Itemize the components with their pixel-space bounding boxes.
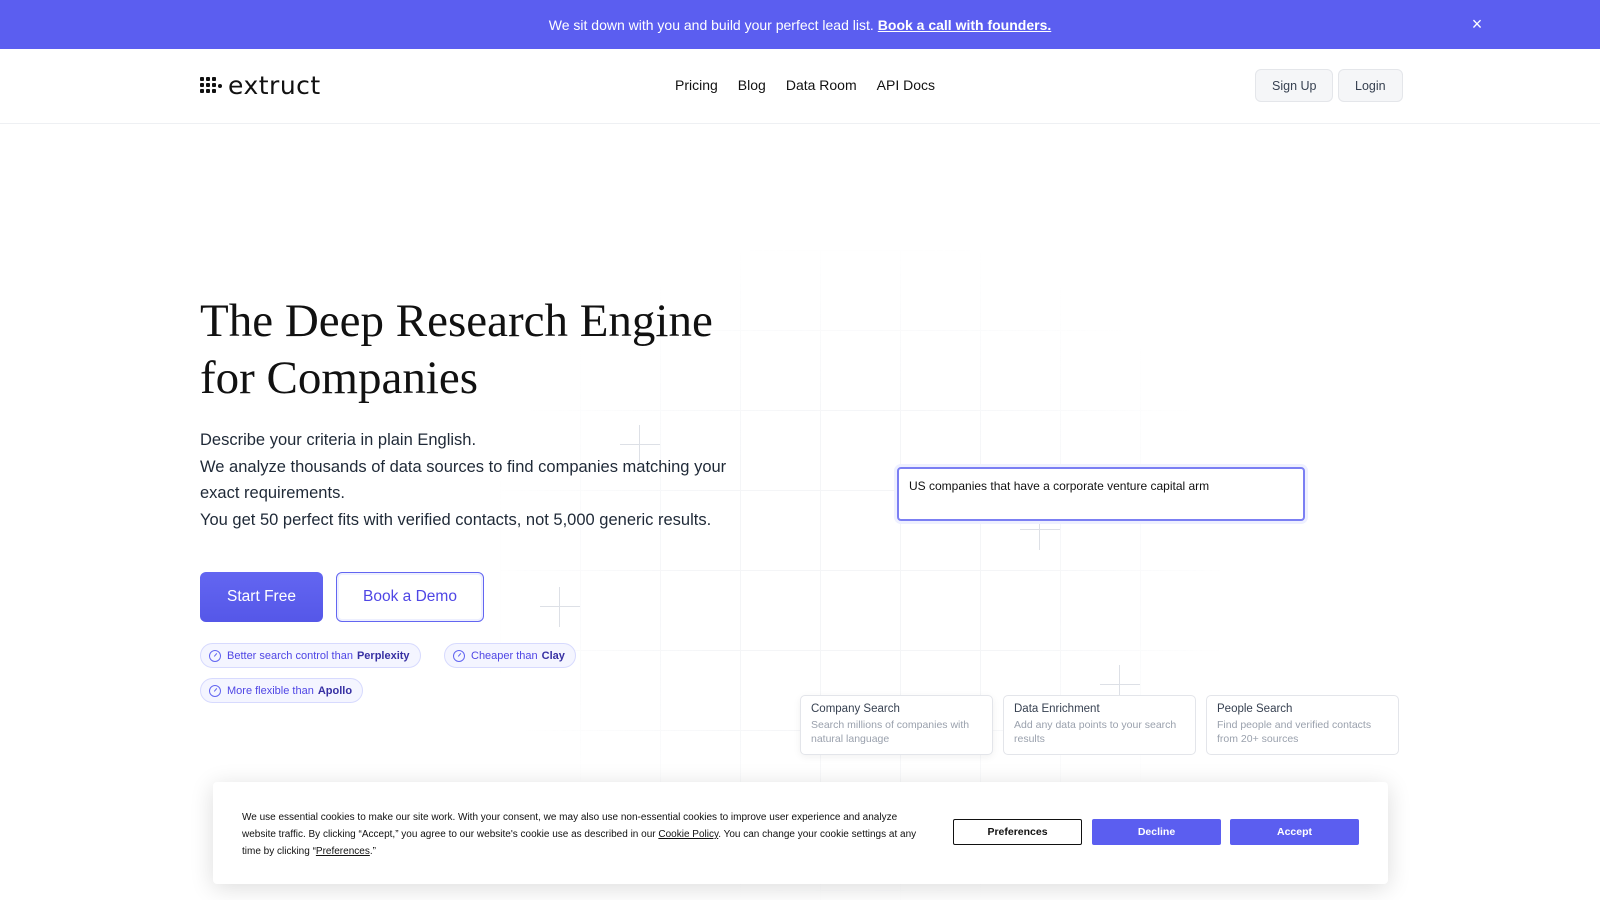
cookie-accept-button[interactable]: Accept: [1230, 819, 1359, 845]
comparison-chip-clay: Cheaper than Clay: [444, 643, 576, 668]
announcement-bar: We sit down with you and build your perf…: [0, 0, 1600, 49]
cookie-text: We use essential cookies to make our sit…: [242, 809, 922, 860]
cookie-decline-button[interactable]: Decline: [1092, 819, 1221, 845]
book-call-link[interactable]: Book a call with founders.: [878, 17, 1051, 33]
feature-desc: Add any data points to your search resul…: [1014, 719, 1177, 745]
chip-text: More flexible than: [227, 684, 314, 697]
top-nav: extruct Pricing Blog Data Room API Docs …: [0, 49, 1600, 124]
feature-desc: Find people and verified contacts from 2…: [1217, 719, 1372, 745]
gauge-icon: [209, 649, 221, 662]
nav-link-pricing[interactable]: Pricing: [675, 77, 718, 93]
hero-description: Describe your criteria in plain English.…: [200, 427, 760, 533]
feature-desc: Search millions of companies with natura…: [811, 719, 970, 745]
preferences-link[interactable]: Preferences: [316, 846, 370, 857]
cookie-preferences-button[interactable]: Preferences: [953, 819, 1082, 845]
logo-text: extruct: [228, 71, 321, 100]
cookie-text-part: .”: [369, 846, 376, 857]
close-icon[interactable]: ×: [1468, 15, 1486, 33]
cookie-policy-link[interactable]: Cookie Policy: [658, 829, 718, 840]
comparison-chip-apollo: More flexible than Apollo: [200, 678, 364, 703]
comparison-chip-perplexity: Better search control than Perplexity: [200, 643, 421, 668]
gauge-icon: [453, 649, 465, 662]
feature-title: Data Enrichment: [1014, 703, 1100, 715]
hero-desc-line-2: We analyze thousands of data sources to …: [200, 457, 727, 503]
feature-title: People Search: [1217, 703, 1293, 715]
feature-card-company-search[interactable]: Company Search Search millions of compan…: [800, 695, 993, 755]
start-free-button[interactable]: Start Free: [200, 572, 323, 622]
hero-title-line-1: The Deep Research Engine: [200, 295, 713, 347]
nav-link-data-room[interactable]: Data Room: [786, 77, 857, 93]
chip-text: Cheaper than: [471, 649, 538, 662]
hero-desc-line-3: You get 50 perfect fits with verified co…: [200, 510, 712, 529]
nav-links: Pricing Blog Data Room API Docs: [675, 77, 935, 93]
nav-link-blog[interactable]: Blog: [738, 77, 766, 93]
chip-brand: Perplexity: [356, 649, 410, 662]
login-button[interactable]: Login: [1338, 69, 1403, 102]
hero-title-line-2: for Companies: [200, 352, 479, 404]
demo-search-input[interactable]: US companies that have a corporate ventu…: [897, 467, 1305, 521]
announcement-text: We sit down with you and build your perf…: [548, 16, 874, 33]
logo-dots-icon: [200, 77, 224, 95]
logo[interactable]: extruct: [200, 73, 321, 99]
hero-desc-line-1: Describe your criteria in plain English.: [200, 431, 477, 449]
gauge-icon: [209, 684, 221, 697]
nav-link-api-docs[interactable]: API Docs: [877, 77, 935, 93]
chip-brand: Apollo: [317, 684, 353, 697]
chip-text: Better search control than: [227, 649, 353, 662]
cookie-banner: We use essential cookies to make our sit…: [213, 782, 1388, 884]
hero-title: The Deep Research Engine for Companies: [200, 293, 800, 407]
feature-title: Company Search: [811, 703, 900, 715]
sparkle-decoration: [540, 587, 580, 627]
chip-brand: Clay: [541, 649, 565, 662]
sign-up-button[interactable]: Sign Up: [1255, 69, 1334, 102]
feature-card-people-search[interactable]: People Search Find people and verified c…: [1206, 695, 1399, 755]
book-demo-button[interactable]: Book a Demo: [336, 572, 484, 622]
feature-card-data-enrichment[interactable]: Data Enrichment Add any data points to y…: [1003, 695, 1196, 755]
